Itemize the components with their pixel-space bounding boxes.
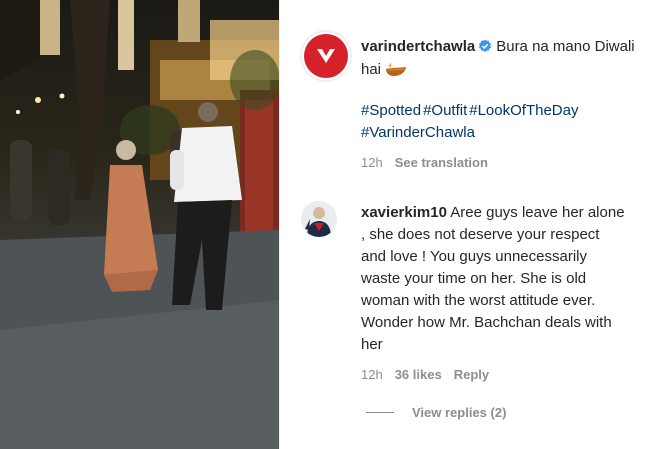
comment-body: xavierkim10 Aree guys leave her alone , … <box>361 202 626 356</box>
street-scene-image <box>0 0 279 449</box>
view-replies-button[interactable]: View replies (2) <box>366 405 506 420</box>
verified-badge-icon <box>478 38 492 59</box>
post-meta: 12h See translation <box>361 155 488 170</box>
view-replies-label: View replies (2) <box>412 405 507 420</box>
commenter-avatar[interactable] <box>301 201 337 237</box>
comment-likes-count[interactable]: 36 likes <box>395 367 442 382</box>
hashtag-list: #Spotted #Outfit #LookOfTheDay #VarinderCh… <box>361 100 636 144</box>
hashtag-link[interactable]: #Outfit <box>423 102 467 119</box>
hashtag-link[interactable]: #LookOfTheDay <box>469 102 578 119</box>
replies-line-divider <box>366 412 394 413</box>
post-timestamp[interactable]: 12h <box>361 155 383 170</box>
reply-button[interactable]: Reply <box>454 367 489 382</box>
commenter-username[interactable]: xavierkim10 <box>361 204 447 221</box>
author-username[interactable]: varindertchawla <box>361 38 475 55</box>
comment-meta: 12h 36 likes Reply <box>361 367 489 382</box>
author-avatar[interactable] <box>300 30 352 82</box>
person-avatar-icon <box>301 201 337 237</box>
comment-text: Aree guys leave her alone , she does not… <box>361 204 625 353</box>
comment-timestamp[interactable]: 12h <box>361 367 383 382</box>
diya-lamp-icon <box>385 61 407 83</box>
see-translation-button[interactable]: See translation <box>395 155 488 170</box>
hashtag-link[interactable]: #VarinderChawla <box>361 124 475 141</box>
post-photo[interactable] <box>0 0 279 449</box>
v-logo-icon <box>317 49 335 63</box>
post-caption: varindertchawla Bura na mano Diwali hai <box>361 36 636 83</box>
comments-pane: varindertchawla Bura na mano Diwali hai #… <box>280 0 650 449</box>
brand-logo <box>304 34 348 78</box>
hashtag-link[interactable]: #Spotted <box>361 102 421 119</box>
